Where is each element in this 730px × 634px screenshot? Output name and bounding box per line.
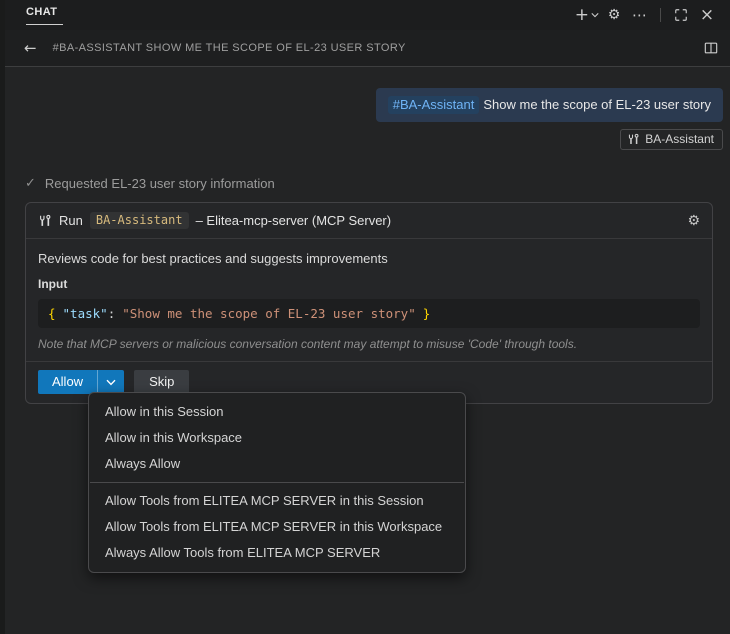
panel-edge-sash[interactable] [0,0,5,634]
chevron-down-icon [591,12,599,18]
gear-icon: ⚙ [687,212,700,229]
code-colon: : [107,306,116,321]
code-value: "Show me the scope of EL-23 user story" [122,306,416,321]
menu-item-always-allow-server[interactable]: Always Allow Tools from ELITEA MCP SERVE… [89,540,465,566]
status-row: ✓ Requested EL-23 user story information [25,176,723,191]
code-open-brace: { [48,306,56,321]
titlebar-divider [660,8,661,22]
close-icon: × [699,4,715,25]
chat-session-title: #BA-ASSISTANT SHOW ME THE SCOPE OF EL-23… [52,42,406,54]
allow-button-label[interactable]: Allow [38,370,97,394]
tool-name-chip: BA-Assistant [89,212,189,229]
user-message-text: Show me the scope of EL-23 user story [483,97,711,112]
menu-separator [90,482,464,483]
new-chat-button[interactable]: + [575,4,599,26]
allow-options-dropdown: Allow in this Session Allow in this Work… [88,392,466,573]
menu-item-allow-workspace[interactable]: Allow in this Workspace [89,425,465,451]
tab-chat[interactable]: CHAT [26,6,64,25]
chat-panel: CHAT + ⚙ ⋯ × ← #BA-ASSISTANT SHOW ME THE… [0,0,730,634]
expand-icon [674,8,688,22]
skip-button-label: Skip [149,374,175,389]
tool-card-header: Run BA-Assistant – Elitea-mcp-server (MC… [26,203,712,239]
menu-item-allow-server-workspace[interactable]: Allow Tools from ELITEA MCP SERVER in th… [89,514,465,540]
agent-mention-chip[interactable]: #BA-Assistant [387,96,480,114]
ellipsis-icon: ⋯ [632,5,648,24]
titlebar-actions: + ⚙ ⋯ × [575,4,718,26]
run-label: Run [59,213,83,228]
check-icon: ✓ [25,176,36,191]
tool-confirmation-card: Run BA-Assistant – Elitea-mcp-server (MC… [25,202,713,404]
close-panel-button[interactable]: × [696,4,718,26]
panel-titlebar: CHAT + ⚙ ⋯ × [0,0,730,30]
menu-item-allow-session[interactable]: Allow in this Session [89,399,465,425]
back-arrow-icon: ← [24,39,37,57]
menu-item-allow-server-session[interactable]: Allow Tools from ELITEA MCP SERVER in th… [89,488,465,514]
security-note: Note that MCP servers or malicious conve… [38,337,578,351]
more-actions-button[interactable]: ⋯ [629,4,651,26]
user-message-row: #BA-Assistant Show me the scope of EL-23 … [25,88,723,122]
allow-button[interactable]: Allow [38,370,125,394]
tool-settings-button[interactable]: ⚙ [687,213,700,229]
split-editor-icon [704,41,718,55]
menu-item-always-allow[interactable]: Always Allow [89,451,465,477]
back-button[interactable]: ← [24,39,37,57]
input-label: Input [38,277,68,291]
status-text: Requested EL-23 user story information [44,176,275,191]
open-chat-in-editor-button[interactable] [704,41,718,55]
tools-icon [38,214,52,228]
tools-icon [627,133,640,146]
gear-icon: ⚙ [607,7,621,23]
allow-dropdown-toggle[interactable] [97,370,124,394]
code-key: "task" [62,306,108,321]
maximize-panel-button[interactable] [670,4,692,26]
agent-badge-label: BA-Assistant [645,132,714,146]
tool-description: Reviews code for best practices and sugg… [38,251,388,266]
user-message-bubble: #BA-Assistant Show me the scope of EL-23 … [375,88,723,122]
server-label: – Elitea-mcp-server (MCP Server) [195,213,392,228]
configure-chat-button[interactable]: ⚙ [603,4,625,26]
agent-badge-row: BA-Assistant [25,129,723,150]
tool-card-body: Reviews code for best practices and sugg… [26,239,712,361]
chat-content: #BA-Assistant Show me the scope of EL-23 … [0,88,730,404]
agent-badge: BA-Assistant [620,129,723,150]
tool-input-code: { "task": "Show me the scope of EL-23 user… [38,299,700,328]
plus-icon: + [574,4,589,25]
tab-chat-label: CHAT [26,6,58,18]
code-close-brace: } [422,306,431,321]
skip-button[interactable]: Skip [134,370,190,394]
chat-header-row: ← #BA-ASSISTANT SHOW ME THE SCOPE OF EL-… [0,30,730,67]
